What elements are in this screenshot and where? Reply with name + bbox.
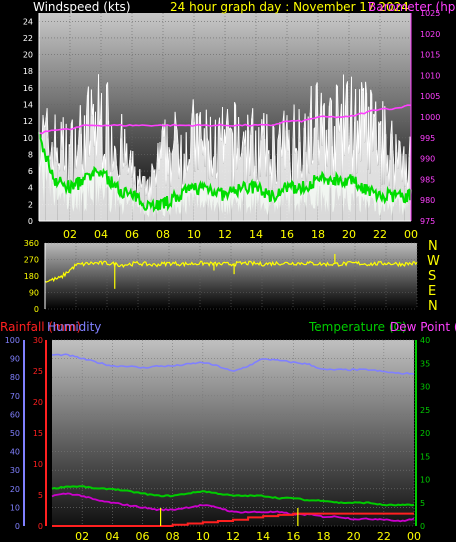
direction-y-tick-label: 360 xyxy=(24,239,39,248)
climate-x-tick-label: 04 xyxy=(105,530,119,542)
climate-x-tick-label: 16 xyxy=(286,530,300,542)
climate-x-tick-label: 18 xyxy=(317,530,331,542)
wind-y-tick-label: 6 xyxy=(28,167,33,176)
direction-label-e: E xyxy=(428,284,436,299)
wind-x-tick-label: 00 xyxy=(404,228,418,241)
humidity-y-tick-label: 70 xyxy=(10,392,20,401)
direction-y-tick-label: 180 xyxy=(24,272,39,281)
barometer-y-tick-label: 990 xyxy=(420,155,435,164)
climate-x-tick-label: 02 xyxy=(75,530,89,542)
climate-x-tick-label: 00 xyxy=(407,530,421,542)
temperature-y-tick-label: 30 xyxy=(420,383,430,392)
humidity-y-tick-label: 20 xyxy=(10,485,20,494)
humidity-axis-title: Humidity xyxy=(47,320,101,334)
wind-x-tick-label: 08 xyxy=(156,228,170,241)
wind-y-tick-label: 0 xyxy=(28,217,33,226)
temperature-y-tick-label: 20 xyxy=(420,429,430,438)
wind-x-tick-label: 22 xyxy=(373,228,387,241)
barometer-y-tick-label: 1015 xyxy=(420,51,440,60)
temperature-y-tick-label: 40 xyxy=(420,336,430,345)
barometer-y-tick-label: 980 xyxy=(420,196,435,205)
direction-label-s: S xyxy=(428,269,436,284)
direction-label-n-bottom: N xyxy=(428,299,438,314)
direction-label-w: W xyxy=(427,254,440,269)
wind-x-tick-label: 14 xyxy=(249,228,263,241)
humidity-y-tick-label: 10 xyxy=(10,503,20,512)
climate-x-tick-label: 06 xyxy=(136,530,150,542)
weather-chart-svg: Windspeed (kts) 24 hour graph day : Nove… xyxy=(0,0,456,542)
wind-y-tick-label: 22 xyxy=(23,34,33,43)
climate-x-tick-label: 08 xyxy=(166,530,180,542)
wind-x-tick-label: 12 xyxy=(218,228,232,241)
barometer-y-tick-label: 1000 xyxy=(420,113,440,122)
barometer-y-tick-label: 1010 xyxy=(420,71,440,80)
direction-y-tick-label: 90 xyxy=(29,289,39,298)
rainfall-y-tick-label: 20 xyxy=(33,398,43,407)
rainfall-y-tick-label: 25 xyxy=(33,367,43,376)
wind-y-tick-label: 20 xyxy=(23,51,33,60)
rainfall-y-tick-label: 10 xyxy=(33,460,43,469)
humidity-y-tick-label: 60 xyxy=(10,410,20,419)
wind-x-tick-label: 06 xyxy=(125,228,139,241)
wind-x-tick-label: 20 xyxy=(342,228,356,241)
rainfall-y-tick-label: 0 xyxy=(38,522,43,531)
direction-y-tick-label: 0 xyxy=(34,305,39,314)
barometer-y-tick-label: 995 xyxy=(420,134,435,143)
wind-x-tick-label: 04 xyxy=(94,228,108,241)
wind-x-tick-label: 16 xyxy=(280,228,294,241)
climate-x-tick-label: 12 xyxy=(226,530,240,542)
barometer-y-tick-label: 985 xyxy=(420,175,435,184)
barometer-y-tick-label: 1025 xyxy=(420,9,440,18)
humidity-y-tick-label: 40 xyxy=(10,448,20,457)
wind-y-tick-label: 10 xyxy=(23,134,33,143)
humidity-y-tick-label: 80 xyxy=(10,373,20,382)
wind-y-tick-label: 18 xyxy=(23,67,33,76)
climate-x-tick-label: 22 xyxy=(377,530,391,542)
temperature-y-tick-label: 5 xyxy=(420,499,425,508)
direction-label-n-top: N xyxy=(428,239,438,254)
temperature-y-tick-label: 15 xyxy=(420,452,430,461)
wind-y-tick-label: 4 xyxy=(28,184,33,193)
wind-y-tick-label: 14 xyxy=(23,101,33,110)
temperature-y-tick-label: 25 xyxy=(420,406,430,415)
barometer-axis-title: Barometer (hpa) xyxy=(368,0,456,14)
humidity-y-tick-label: 30 xyxy=(10,466,20,475)
barometer-y-tick-label: 1020 xyxy=(420,30,440,39)
wind-x-tick-label: 18 xyxy=(311,228,325,241)
climate-x-tick-label: 14 xyxy=(256,530,270,542)
rainfall-y-tick-label: 30 xyxy=(33,336,43,345)
wind-y-tick-label: 24 xyxy=(23,17,33,26)
humidity-y-tick-label: 50 xyxy=(10,429,20,438)
barometer-y-tick-label: 1005 xyxy=(420,92,440,101)
wind-x-tick-label: 02 xyxy=(63,228,77,241)
wind-x-tick-label: 10 xyxy=(187,228,201,241)
wind-y-tick-label: 8 xyxy=(28,150,33,159)
direction-y-tick-label: 270 xyxy=(24,256,39,265)
temperature-y-tick-label: 10 xyxy=(420,476,430,485)
humidity-y-tick-label: 90 xyxy=(10,355,20,364)
rainfall-y-tick-label: 5 xyxy=(38,491,43,500)
humidity-y-tick-label: 0 xyxy=(15,522,20,531)
wind-y-tick-label: 12 xyxy=(23,117,33,126)
wind-y-tick-label: 16 xyxy=(23,84,33,93)
rainfall-y-tick-label: 15 xyxy=(33,429,43,438)
climate-x-tick-label: 10 xyxy=(196,530,210,542)
windspeed-axis-title: Windspeed (kts) xyxy=(33,0,131,14)
barometer-y-tick-label: 975 xyxy=(420,217,435,226)
humidity-y-tick-label: 100 xyxy=(5,336,20,345)
temperature-y-tick-label: 35 xyxy=(420,359,430,368)
weather-graph-page: Windspeed (kts) 24 hour graph day : Nove… xyxy=(0,0,456,542)
climate-x-tick-label: 20 xyxy=(347,530,361,542)
wind-y-tick-label: 2 xyxy=(28,200,33,209)
dewpoint-axis-title: Dew Point (C) xyxy=(390,320,456,334)
